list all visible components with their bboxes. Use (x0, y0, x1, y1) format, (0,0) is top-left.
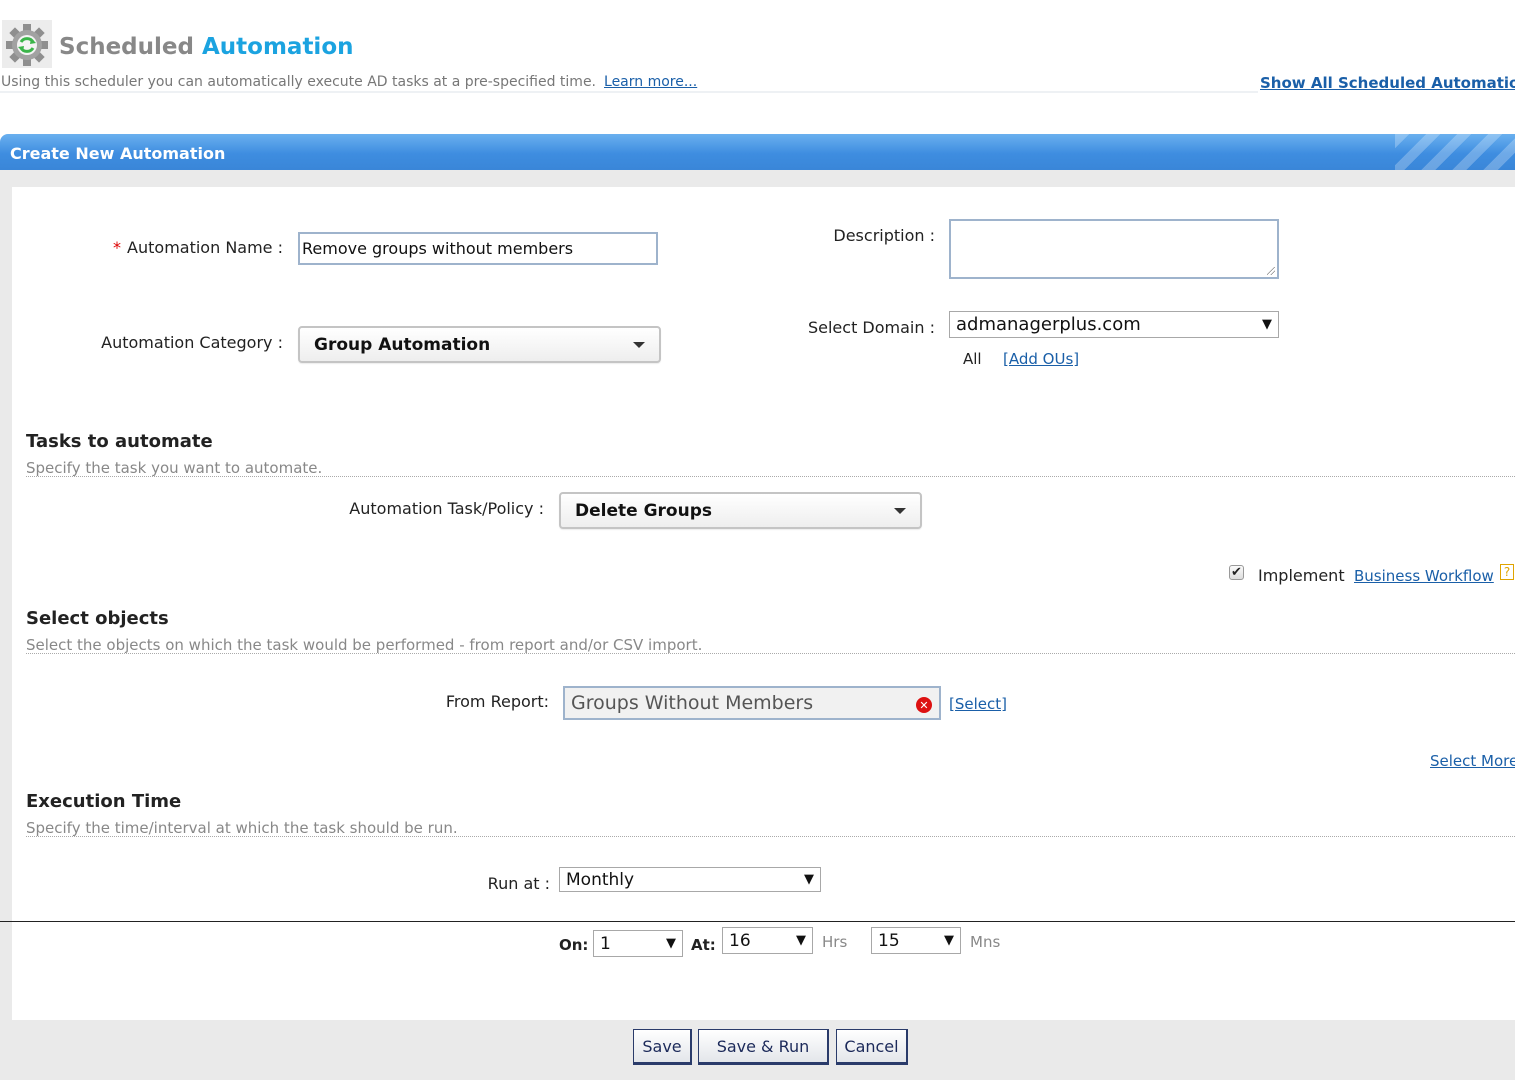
execution-description: Specify the time/interval at which the t… (26, 819, 458, 837)
report-field[interactable]: Groups Without Members (563, 686, 941, 720)
on-day-select[interactable]: 1 ▼ (593, 930, 683, 957)
panel-title: Create New Automation (10, 144, 226, 163)
select-more-link[interactable]: Select More (1430, 752, 1515, 770)
implement-workflow-checkbox[interactable]: ✔ (1229, 565, 1244, 580)
save-and-run-button[interactable]: Save & Run (698, 1029, 829, 1065)
cancel-button[interactable]: Cancel (836, 1029, 908, 1065)
automation-category-label: Automation Category : (101, 333, 283, 352)
show-all-link-text[interactable]: Show All Scheduled Automatio (1260, 74, 1515, 92)
scheduler-gear-icon (2, 20, 52, 68)
panel-header (0, 134, 1515, 170)
on-day-value: 1 (600, 933, 611, 954)
tasks-heading: Tasks to automate (26, 431, 213, 452)
report-selected-value: Groups Without Members (571, 692, 814, 714)
objects-description: Select the objects on which the task wou… (26, 636, 703, 654)
automation-name-label-text: Automation Name : (127, 238, 283, 257)
chevron-down-icon (894, 507, 906, 514)
tasks-description: Specify the task you want to automate. (26, 459, 323, 477)
save-button[interactable]: Save (633, 1029, 692, 1065)
on-label: On: (559, 936, 589, 954)
description-label: Description : (833, 226, 935, 245)
automation-name-label: * Automation Name : (60, 238, 283, 257)
resize-grip-icon[interactable] (1267, 267, 1275, 275)
chevron-down-icon: ▼ (944, 933, 954, 948)
panel-content (12, 187, 1515, 1020)
learn-more-link[interactable]: Learn more... (604, 74, 697, 90)
page-title-part1: Scheduled (59, 34, 194, 60)
description-textarea[interactable] (949, 219, 1279, 279)
execution-divider (26, 836, 1515, 837)
at-label: At: (691, 936, 716, 954)
execution-heading: Execution Time (26, 791, 182, 812)
chevron-down-icon: ▼ (796, 933, 806, 948)
from-report-label: From Report: (445, 692, 549, 711)
show-all-automations-link[interactable]: Show All Scheduled Automatio (1260, 74, 1515, 92)
implement-label: Implement (1258, 566, 1345, 585)
minutes-select[interactable]: 15 ▼ (871, 927, 961, 954)
hours-value: 16 (729, 930, 751, 951)
ou-all-label: All (963, 350, 982, 368)
automation-name-input[interactable]: Remove groups without members (298, 232, 658, 265)
run-at-label: Run at : (487, 874, 550, 893)
header-divider (0, 91, 1258, 93)
select-report-link[interactable]: [Select] (949, 695, 1007, 713)
chevron-down-icon: ▼ (666, 936, 676, 951)
objects-divider (26, 653, 1515, 654)
automation-category-select[interactable]: Group Automation (298, 326, 661, 363)
tasks-divider (26, 476, 1515, 477)
separator-line (0, 921, 1515, 922)
chevron-down-icon: ▼ (1262, 317, 1272, 332)
run-at-selected-value: Monthly (566, 869, 635, 890)
add-ous-link[interactable]: [Add OUs] (1003, 350, 1079, 368)
close-icon[interactable]: ✕ (916, 697, 932, 713)
chevron-down-icon: ▼ (804, 872, 814, 887)
automation-task-select[interactable]: Delete Groups (559, 492, 922, 529)
chevron-down-icon (633, 341, 645, 348)
business-workflow-link[interactable]: Business Workflow (1354, 567, 1494, 585)
minutes-value: 15 (878, 930, 900, 951)
page-title-part2: Automation (201, 34, 354, 60)
task-selected-value: Delete Groups (575, 500, 712, 521)
page-subtitle: Using this scheduler you can automatical… (1, 74, 697, 90)
subtitle-text: Using this scheduler you can automatical… (1, 74, 597, 90)
select-domain-label: Select Domain : (807, 318, 935, 337)
run-at-select[interactable]: Monthly ▼ (559, 867, 821, 892)
help-icon[interactable]: ? (1500, 564, 1514, 580)
hours-select[interactable]: 16 ▼ (722, 927, 813, 954)
required-marker: * (113, 238, 122, 257)
hours-unit: Hrs (822, 933, 848, 951)
objects-heading: Select objects (26, 608, 169, 629)
domain-selected-value: admanagerplus.com (956, 314, 1141, 335)
category-selected-value: Group Automation (314, 334, 491, 355)
minutes-unit: Mns (970, 933, 1001, 951)
domain-select[interactable]: admanagerplus.com ▼ (949, 311, 1279, 338)
page-title: Scheduled Automation (59, 34, 354, 60)
automation-task-label: Automation Task/Policy : (349, 499, 544, 518)
